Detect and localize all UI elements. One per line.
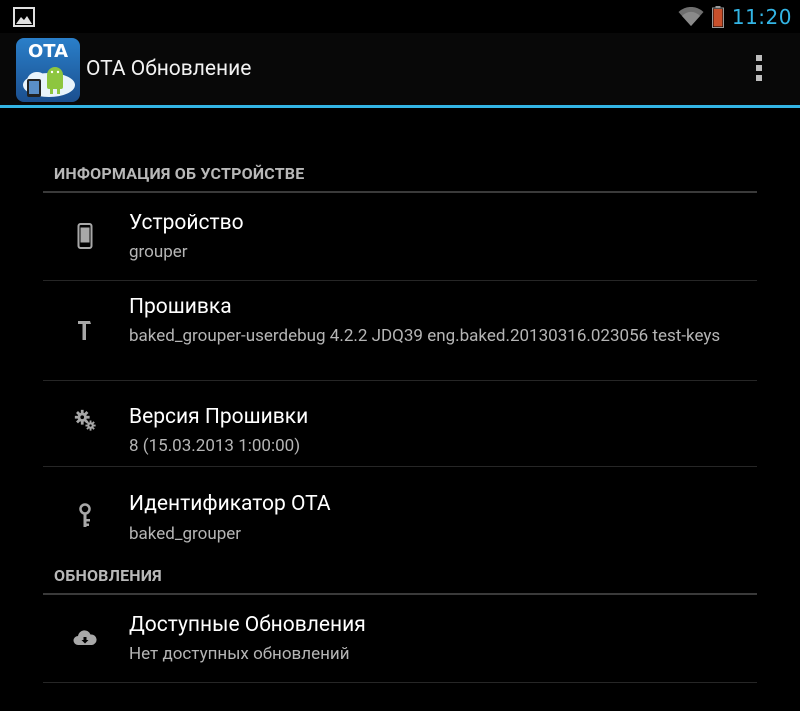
clock: 11:20 [731, 5, 792, 29]
pref-title: Доступные Обновления [129, 613, 366, 637]
action-bar-divider [0, 105, 800, 108]
category-device-info: ИНФОРМАЦИЯ ОБ УСТРОЙСТВЕ [54, 164, 305, 183]
pref-title: Устройство [129, 211, 244, 235]
pref-title: Прошивка [129, 295, 232, 319]
svg-text:OTA: OTA [28, 41, 68, 62]
pref-firmware-version[interactable]: Версия Прошивки 8 (15.03.2013 1:00:00) [43, 381, 757, 466]
pref-title: Версия Прошивки [129, 405, 309, 429]
pref-device[interactable]: Устройство grouper [43, 193, 757, 280]
status-bar: 11:20 [0, 0, 800, 33]
gears-icon [73, 407, 97, 433]
pref-firmware[interactable]: Прошивка baked_grouper-userdebug 4.2.2 J… [43, 281, 757, 380]
pref-summary: 8 (15.03.2013 1:00:00) [129, 436, 301, 456]
pref-summary: Нет доступных обновлений [129, 644, 350, 664]
category-updates: ОБНОВЛЕНИЯ [54, 566, 162, 585]
overflow-menu-icon[interactable] [756, 55, 764, 83]
row-divider [43, 682, 757, 683]
pref-summary: baked_grouper [129, 524, 242, 544]
cloud-download-icon [73, 625, 97, 651]
action-bar: OTA OTA Обновление [0, 33, 800, 105]
key-icon [73, 503, 97, 529]
gallery-icon [13, 7, 35, 27]
pref-summary: baked_grouper-userdebug 4.2.2 JDQ39 eng.… [129, 326, 721, 346]
app-icon[interactable]: OTA [15, 37, 81, 103]
wifi-icon [678, 7, 704, 26]
phone-icon [73, 223, 97, 249]
pref-summary: grouper [129, 242, 188, 262]
pref-title: Идентификатор OTA [129, 492, 331, 516]
app-title: OTA Обновление [86, 57, 252, 81]
hammer-icon [73, 317, 97, 343]
pref-available-updates[interactable]: Доступные Обновления Нет доступных обнов… [43, 595, 757, 682]
pref-ota-id[interactable]: Идентификатор OTA baked_grouper [43, 467, 757, 553]
battery-icon [711, 6, 724, 28]
